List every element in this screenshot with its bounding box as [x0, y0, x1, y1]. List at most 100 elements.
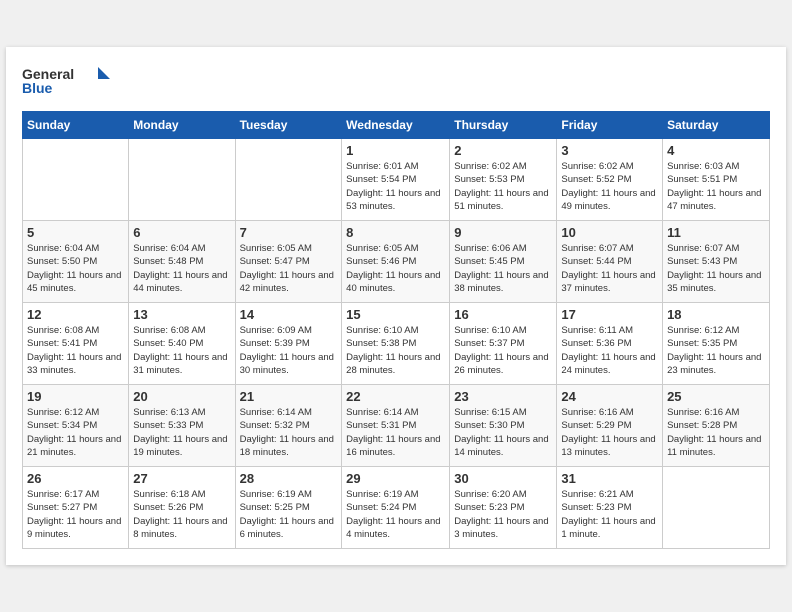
calendar-cell: 1 Sunrise: 6:01 AM Sunset: 5:54 PM Daylig…	[342, 139, 450, 221]
day-number: 10	[561, 225, 658, 240]
calendar-cell: 11 Sunrise: 6:07 AM Sunset: 5:43 PM Dayli…	[663, 221, 770, 303]
day-info: Sunrise: 6:05 AM Sunset: 5:47 PM Dayligh…	[240, 242, 338, 295]
day-info: Sunrise: 6:07 AM Sunset: 5:44 PM Dayligh…	[561, 242, 658, 295]
day-info: Sunrise: 6:06 AM Sunset: 5:45 PM Dayligh…	[454, 242, 552, 295]
calendar-cell: 2 Sunrise: 6:02 AM Sunset: 5:53 PM Daylig…	[450, 139, 557, 221]
day-info: Sunrise: 6:17 AM Sunset: 5:27 PM Dayligh…	[27, 488, 124, 541]
day-info: Sunrise: 6:12 AM Sunset: 5:35 PM Dayligh…	[667, 324, 765, 377]
day-number: 2	[454, 143, 552, 158]
day-number: 16	[454, 307, 552, 322]
day-number: 8	[346, 225, 445, 240]
day-of-week-header: Friday	[557, 112, 663, 139]
day-info: Sunrise: 6:16 AM Sunset: 5:29 PM Dayligh…	[561, 406, 658, 459]
day-number: 18	[667, 307, 765, 322]
day-info: Sunrise: 6:02 AM Sunset: 5:53 PM Dayligh…	[454, 160, 552, 213]
calendar-cell: 10 Sunrise: 6:07 AM Sunset: 5:44 PM Dayli…	[557, 221, 663, 303]
day-info: Sunrise: 6:14 AM Sunset: 5:32 PM Dayligh…	[240, 406, 338, 459]
day-number: 24	[561, 389, 658, 404]
calendar-cell: 7 Sunrise: 6:05 AM Sunset: 5:47 PM Daylig…	[235, 221, 342, 303]
calendar-cell: 23 Sunrise: 6:15 AM Sunset: 5:30 PM Dayli…	[450, 385, 557, 467]
calendar-cell: 27 Sunrise: 6:18 AM Sunset: 5:26 PM Dayli…	[129, 467, 235, 549]
day-number: 20	[133, 389, 230, 404]
day-info: Sunrise: 6:04 AM Sunset: 5:48 PM Dayligh…	[133, 242, 230, 295]
calendar-cell: 12Sunrise: 6:08 AM Sunset: 5:41 PM Dayli…	[23, 303, 129, 385]
day-of-week-header: Saturday	[663, 112, 770, 139]
day-of-week-header: Monday	[129, 112, 235, 139]
calendar-cell: 19 Sunrise: 6:12 AM Sunset: 5:34 PM Dayli…	[23, 385, 129, 467]
calendar-cell: 6 Sunrise: 6:04 AM Sunset: 5:48 PM Daylig…	[129, 221, 235, 303]
calendar-cell: 28 Sunrise: 6:19 AM Sunset: 5:25 PM Dayli…	[235, 467, 342, 549]
day-of-week-header: Sunday	[23, 112, 129, 139]
day-number: 26	[27, 471, 124, 486]
day-info: Sunrise: 6:13 AM Sunset: 5:33 PM Dayligh…	[133, 406, 230, 459]
day-number: 29	[346, 471, 445, 486]
day-number: 21	[240, 389, 338, 404]
day-info: Sunrise: 6:04 AM Sunset: 5:50 PM Dayligh…	[27, 242, 124, 295]
calendar-week-row: 5 Sunrise: 6:04 AM Sunset: 5:50 PM Daylig…	[23, 221, 770, 303]
day-info: Sunrise: 6:12 AM Sunset: 5:34 PM Dayligh…	[27, 406, 124, 459]
day-info: Sunrise: 6:14 AM Sunset: 5:31 PM Dayligh…	[346, 406, 445, 459]
calendar-cell: 9 Sunrise: 6:06 AM Sunset: 5:45 PM Daylig…	[450, 221, 557, 303]
day-info: Sunrise: 6:10 AM Sunset: 5:38 PM Dayligh…	[346, 324, 445, 377]
calendar-cell: 26 Sunrise: 6:17 AM Sunset: 5:27 PM Dayli…	[23, 467, 129, 549]
calendar-cell: 24 Sunrise: 6:16 AM Sunset: 5:29 PM Dayli…	[557, 385, 663, 467]
day-info: Sunrise: 6:19 AM Sunset: 5:24 PM Dayligh…	[346, 488, 445, 541]
day-number: 7	[240, 225, 338, 240]
calendar-cell: 30Sunrise: 6:20 AM Sunset: 5:23 PM Dayli…	[450, 467, 557, 549]
day-number: 31	[561, 471, 658, 486]
day-of-week-header: Tuesday	[235, 112, 342, 139]
calendar-container: General Blue SundayMondayTuesdayWednesda…	[6, 47, 786, 565]
logo: General Blue	[22, 63, 112, 99]
day-info: Sunrise: 6:07 AM Sunset: 5:43 PM Dayligh…	[667, 242, 765, 295]
calendar-cell: 18 Sunrise: 6:12 AM Sunset: 5:35 PM Dayli…	[663, 303, 770, 385]
day-number: 11	[667, 225, 765, 240]
calendar-cell	[235, 139, 342, 221]
calendar-cell	[23, 139, 129, 221]
day-info: Sunrise: 6:01 AM Sunset: 5:54 PM Dayligh…	[346, 160, 445, 213]
day-of-week-header: Thursday	[450, 112, 557, 139]
day-info: Sunrise: 6:08 AM Sunset: 5:40 PM Dayligh…	[133, 324, 230, 377]
calendar-cell	[663, 467, 770, 549]
day-info: Sunrise: 6:20 AM Sunset: 5:23 PM Dayligh…	[454, 488, 552, 541]
day-info: Sunrise: 6:03 AM Sunset: 5:51 PM Dayligh…	[667, 160, 765, 213]
day-info: Sunrise: 6:05 AM Sunset: 5:46 PM Dayligh…	[346, 242, 445, 295]
day-info: Sunrise: 6:21 AM Sunset: 5:23 PM Dayligh…	[561, 488, 658, 541]
day-number: 27	[133, 471, 230, 486]
calendar-header: General Blue	[22, 63, 770, 99]
day-number: 4	[667, 143, 765, 158]
day-info: Sunrise: 6:09 AM Sunset: 5:39 PM Dayligh…	[240, 324, 338, 377]
calendar-week-row: 26 Sunrise: 6:17 AM Sunset: 5:27 PM Dayli…	[23, 467, 770, 549]
calendar-week-row: 12Sunrise: 6:08 AM Sunset: 5:41 PM Dayli…	[23, 303, 770, 385]
calendar-cell: 4 Sunrise: 6:03 AM Sunset: 5:51 PM Daylig…	[663, 139, 770, 221]
day-info: Sunrise: 6:08 AM Sunset: 5:41 PM Dayligh…	[27, 324, 124, 377]
calendar-cell: 16Sunrise: 6:10 AM Sunset: 5:37 PM Dayli…	[450, 303, 557, 385]
calendar-cell: 5 Sunrise: 6:04 AM Sunset: 5:50 PM Daylig…	[23, 221, 129, 303]
day-info: Sunrise: 6:19 AM Sunset: 5:25 PM Dayligh…	[240, 488, 338, 541]
day-number: 19	[27, 389, 124, 404]
day-number: 1	[346, 143, 445, 158]
day-number: 13	[133, 307, 230, 322]
calendar-cell: 21 Sunrise: 6:14 AM Sunset: 5:32 PM Dayli…	[235, 385, 342, 467]
calendar-cell: 29 Sunrise: 6:19 AM Sunset: 5:24 PM Dayli…	[342, 467, 450, 549]
day-of-week-header: Wednesday	[342, 112, 450, 139]
day-info: Sunrise: 6:02 AM Sunset: 5:52 PM Dayligh…	[561, 160, 658, 213]
day-number: 15	[346, 307, 445, 322]
svg-text:Blue: Blue	[22, 80, 53, 96]
day-number: 6	[133, 225, 230, 240]
logo-svg: General Blue	[22, 63, 112, 99]
calendar-cell: 15 Sunrise: 6:10 AM Sunset: 5:38 PM Dayli…	[342, 303, 450, 385]
day-number: 5	[27, 225, 124, 240]
day-number: 25	[667, 389, 765, 404]
calendar-week-row: 19 Sunrise: 6:12 AM Sunset: 5:34 PM Dayli…	[23, 385, 770, 467]
calendar-cell: 14Sunrise: 6:09 AM Sunset: 5:39 PM Dayli…	[235, 303, 342, 385]
day-number: 3	[561, 143, 658, 158]
calendar-cell: 20 Sunrise: 6:13 AM Sunset: 5:33 PM Dayli…	[129, 385, 235, 467]
day-number: 23	[454, 389, 552, 404]
calendar-cell: 25Sunrise: 6:16 AM Sunset: 5:28 PM Dayli…	[663, 385, 770, 467]
calendar-cell: 31 Sunrise: 6:21 AM Sunset: 5:23 PM Dayli…	[557, 467, 663, 549]
day-number: 9	[454, 225, 552, 240]
day-info: Sunrise: 6:18 AM Sunset: 5:26 PM Dayligh…	[133, 488, 230, 541]
calendar-cell: 13 Sunrise: 6:08 AM Sunset: 5:40 PM Dayli…	[129, 303, 235, 385]
day-number: 28	[240, 471, 338, 486]
day-info: Sunrise: 6:15 AM Sunset: 5:30 PM Dayligh…	[454, 406, 552, 459]
